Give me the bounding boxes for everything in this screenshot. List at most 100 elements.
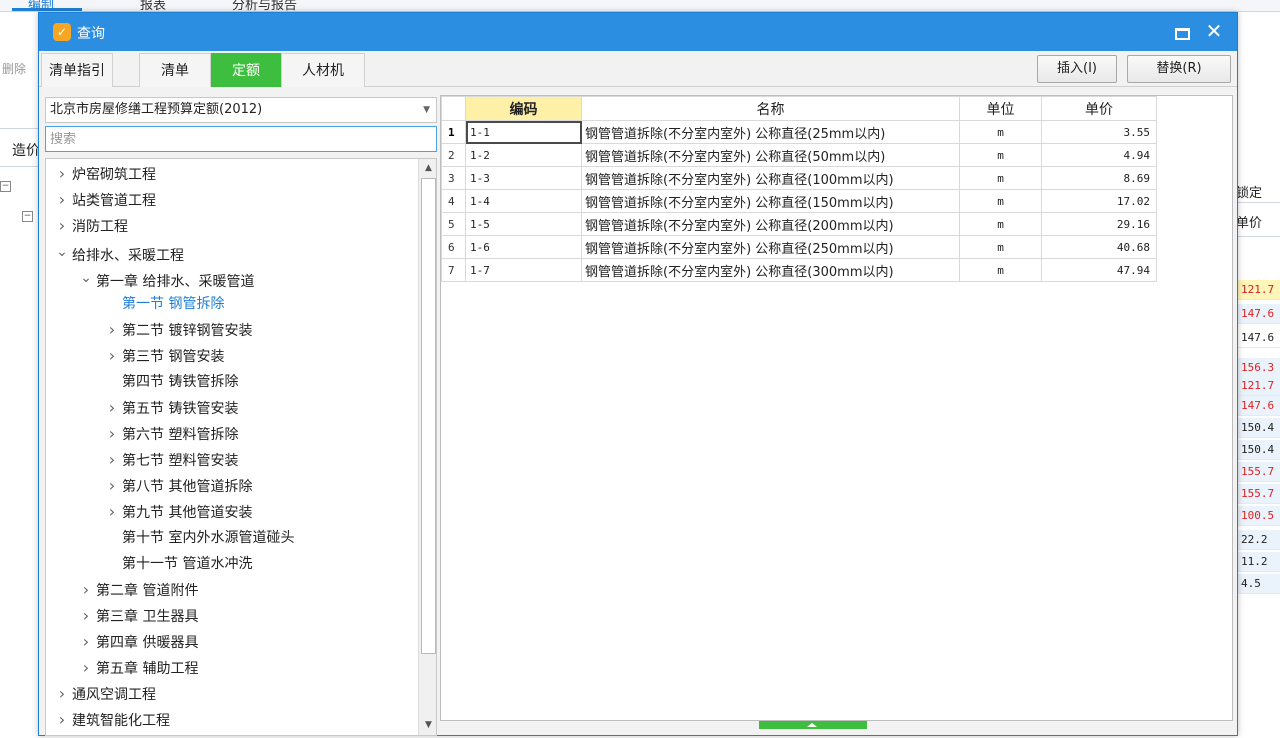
chevron-right-icon[interactable]: › (78, 629, 94, 655)
quota-library-select[interactable]: 北京市房屋修缮工程预算定额(2012) ▼ (45, 97, 437, 123)
unit-cell[interactable]: m (959, 143, 1042, 167)
scroll-down-icon[interactable]: ▼ (420, 717, 436, 734)
name-cell[interactable]: 钢管管道拆除(不分室内室外) 公称直径(300mm以内) (581, 258, 960, 282)
tree-item[interactable]: › 第四章 供暖器具 (78, 629, 199, 655)
table-row[interactable]: 7 1-7 钢管管道拆除(不分室内室外) 公称直径(300mm以内) m 47.94 (441, 258, 1157, 282)
tree-scrollbar[interactable]: ▲ ▼ (418, 159, 436, 735)
chevron-right-icon[interactable]: › (54, 161, 70, 187)
tree-item[interactable]: 第十一节 管道水冲洗 (104, 551, 252, 577)
chevron-right-icon[interactable]: › (104, 447, 120, 473)
collapse-icon[interactable]: − (0, 181, 11, 192)
tree-item-selected[interactable]: 第一节 钢管拆除 (104, 291, 224, 317)
chevron-right-icon[interactable]: › (78, 577, 94, 603)
tab-bill[interactable]: 清单 (139, 53, 211, 87)
table-row[interactable]: 2 1-2 钢管管道拆除(不分室内室外) 公称直径(50mm以内) m 4.94 (441, 143, 1157, 167)
tree-item[interactable]: ⌄ 给排水、采暖工程 (54, 239, 184, 265)
table-row[interactable]: 5 1-5 钢管管道拆除(不分室内室外) 公称直径(200mm以内) m 29.16 (441, 212, 1157, 236)
unit-cell[interactable]: m (959, 212, 1042, 236)
code-cell[interactable]: 1-2 (465, 143, 582, 167)
replace-button[interactable]: 替换(R) (1127, 55, 1231, 83)
tab-quota[interactable]: 定额 (211, 53, 281, 87)
close-icon[interactable]: ✕ (1203, 19, 1225, 43)
code-cell[interactable]: 1-6 (465, 235, 582, 259)
code-cell[interactable]: 1-5 (465, 212, 582, 236)
tree-item[interactable]: › 第五节 铸铁管安装 (104, 395, 239, 421)
tab-labor-material-machine[interactable]: 人材机 (281, 53, 365, 87)
tree-item[interactable]: › 第九节 其他管道安装 (104, 499, 253, 525)
code-cell[interactable]: 1-7 (465, 258, 582, 282)
chevron-right-icon[interactable]: › (104, 395, 120, 421)
unit-cell[interactable]: m (959, 120, 1042, 144)
chevron-right-icon[interactable]: › (104, 317, 120, 343)
tree-item[interactable]: › 第三节 钢管安装 (104, 343, 225, 369)
tree-item[interactable]: ⌄ 第一章 给排水、采暖管道 (78, 265, 254, 291)
chevron-right-icon[interactable]: › (54, 187, 70, 213)
table-row[interactable]: 3 1-3 钢管管道拆除(不分室内室外) 公称直径(100mm以内) m 8.69 (441, 166, 1157, 190)
price-cell[interactable]: 47.94 (1041, 258, 1157, 282)
insert-button[interactable]: 插入(I) (1037, 55, 1117, 83)
tree-item[interactable]: › 第二节 镀锌钢管安装 (104, 317, 253, 343)
tree-item[interactable]: › 炉窑砌筑工程 (54, 161, 156, 187)
chevron-right-icon[interactable]: › (104, 473, 120, 499)
panel-splitter-handle[interactable] (759, 721, 867, 729)
code-cell[interactable]: 1-4 (465, 189, 582, 213)
name-cell[interactable]: 钢管管道拆除(不分室内室外) 公称直径(250mm以内) (581, 235, 960, 259)
tree-item[interactable]: › 第六节 塑料管拆除 (104, 421, 239, 447)
column-header-unit[interactable]: 单位 (959, 96, 1042, 121)
name-cell[interactable]: 钢管管道拆除(不分室内室外) 公称直径(200mm以内) (581, 212, 960, 236)
chevron-down-icon[interactable]: ⌄ (78, 265, 94, 291)
tree-item[interactable]: › 第五章 辅助工程 (78, 655, 199, 681)
tree-item[interactable]: › 第八节 其他管道拆除 (104, 473, 253, 499)
price-cell[interactable]: 29.16 (1041, 212, 1157, 236)
tree-item[interactable]: › 消防工程 (54, 213, 128, 239)
table-row[interactable]: 6 1-6 钢管管道拆除(不分室内室外) 公称直径(250mm以内) m 40.68 (441, 235, 1157, 259)
price-cell[interactable]: 4.94 (1041, 143, 1157, 167)
column-header-name[interactable]: 名称 (581, 96, 960, 121)
chevron-right-icon[interactable]: › (54, 707, 70, 733)
table-row[interactable]: 1 1-1 钢管管道拆除(不分室内室外) 公称直径(25mm以内) m 3.55 (441, 120, 1157, 144)
tree-item[interactable]: › 第三章 卫生器具 (78, 603, 199, 629)
code-cell[interactable]: 1-1 (465, 120, 582, 144)
unit-cell[interactable]: m (959, 189, 1042, 213)
chevron-down-icon[interactable]: ⌄ (54, 239, 70, 265)
name-cell[interactable]: 钢管管道拆除(不分室内室外) 公称直径(50mm以内) (581, 143, 960, 167)
column-header-price[interactable]: 单价 (1041, 96, 1157, 121)
code-cell[interactable]: 1-3 (465, 166, 582, 190)
table-row[interactable]: 4 1-4 钢管管道拆除(不分室内室外) 公称直径(150mm以内) m 17.02 (441, 189, 1157, 213)
tree-item[interactable]: 第四节 铸铁管拆除 (104, 369, 238, 395)
tree-item[interactable]: › 第七节 塑料管安装 (104, 447, 239, 473)
tree-item-label: 第八节 其他管道拆除 (122, 479, 253, 495)
unit-cell[interactable]: m (959, 166, 1042, 190)
chevron-right-icon[interactable]: › (54, 213, 70, 239)
price-cell[interactable]: 17.02 (1041, 189, 1157, 213)
tree-item[interactable]: 第十节 室内外水源管道碰头 (104, 525, 294, 551)
dialog-titlebar[interactable]: ✓ 查询 ✕ (39, 13, 1237, 51)
unit-cell[interactable]: m (959, 258, 1042, 282)
name-cell[interactable]: 钢管管道拆除(不分室内室外) 公称直径(100mm以内) (581, 166, 960, 190)
collapse-icon[interactable]: − (22, 211, 33, 222)
delete-button[interactable]: 删除 (2, 60, 26, 77)
price-cell[interactable]: 8.69 (1041, 166, 1157, 190)
tree-item[interactable]: › 第二章 管道附件 (78, 577, 199, 603)
name-cell[interactable]: 钢管管道拆除(不分室内室外) 公称直径(25mm以内) (581, 120, 960, 144)
chevron-right-icon[interactable]: › (54, 681, 70, 707)
name-cell[interactable]: 钢管管道拆除(不分室内室外) 公称直径(150mm以内) (581, 189, 960, 213)
maximize-icon[interactable] (1174, 25, 1190, 40)
chevron-right-icon[interactable]: › (104, 343, 120, 369)
chevron-down-icon[interactable]: ▼ (423, 98, 430, 122)
tree-item[interactable]: › 站类管道工程 (54, 187, 156, 213)
price-cell[interactable]: 3.55 (1041, 120, 1157, 144)
scroll-up-icon[interactable]: ▲ (420, 160, 436, 177)
chevron-right-icon[interactable]: › (104, 499, 120, 525)
price-cell[interactable]: 40.68 (1041, 235, 1157, 259)
column-header-code[interactable]: 编码 (465, 96, 582, 121)
chevron-right-icon[interactable]: › (78, 655, 94, 681)
tree-item[interactable]: › 建筑智能化工程 (54, 707, 170, 733)
unit-cell[interactable]: m (959, 235, 1042, 259)
scrollbar-thumb[interactable] (421, 178, 436, 654)
tree-item[interactable]: › 通风空调工程 (54, 681, 156, 707)
search-input[interactable] (45, 126, 437, 152)
chevron-right-icon[interactable]: › (104, 421, 120, 447)
tab-bill-guide[interactable]: 清单指引 (41, 53, 113, 87)
chevron-right-icon[interactable]: › (78, 603, 94, 629)
